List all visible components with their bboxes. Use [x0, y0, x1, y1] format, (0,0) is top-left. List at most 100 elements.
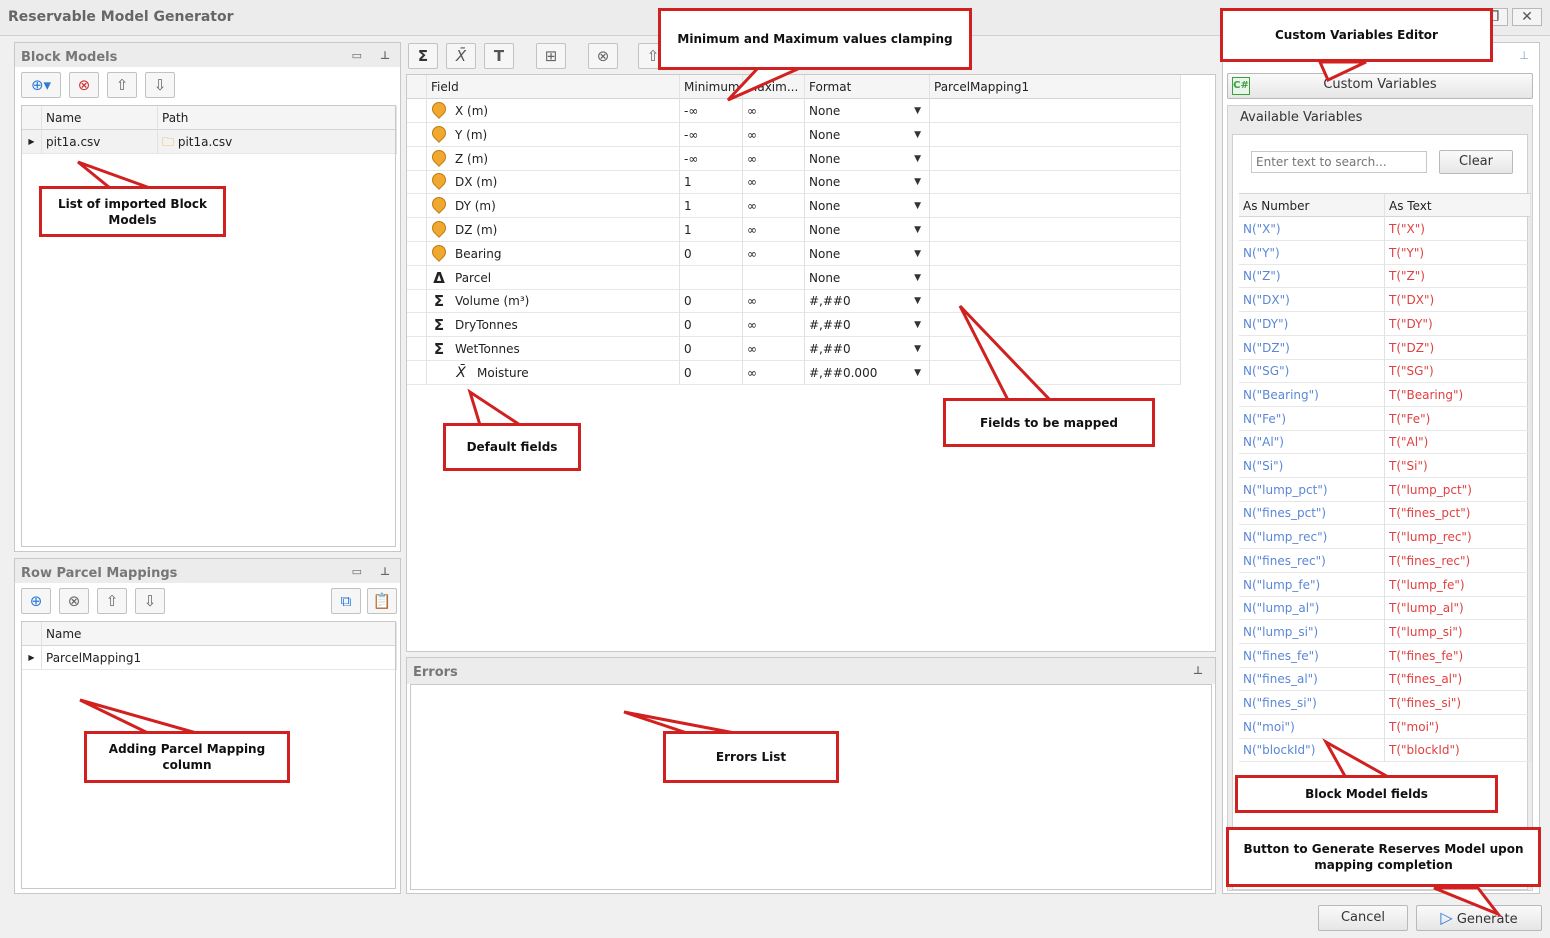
field-format[interactable]: None ▼: [805, 122, 930, 147]
field-minimum[interactable]: 1: [680, 218, 743, 242]
list-item[interactable]: N("Bearing") T("Bearing"): [1239, 382, 1531, 407]
field-parcel-mapping[interactable]: [930, 265, 1181, 290]
custom-variables-button[interactable]: C# Custom Variables: [1227, 73, 1533, 99]
variable-as-text[interactable]: T("moi"): [1385, 714, 1531, 739]
dropdown-arrow-icon[interactable]: ▼: [914, 99, 921, 123]
pin-icon[interactable]: ⊥: [380, 49, 390, 62]
variable-as-text[interactable]: T("fines_al"): [1385, 667, 1531, 692]
variable-as-text[interactable]: T("Z"): [1385, 264, 1531, 289]
pin-icon[interactable]: ⊥: [1193, 664, 1203, 677]
variable-as-number[interactable]: N("fines_pct"): [1239, 501, 1385, 526]
variable-as-text[interactable]: T("fines_si"): [1385, 691, 1531, 715]
list-item[interactable]: N("SG") T("SG"): [1239, 359, 1531, 384]
table-row[interactable]: DY (m) 1 ∞ None ▼: [407, 194, 1181, 219]
variable-as-text[interactable]: T("lump_rec"): [1385, 525, 1531, 550]
field-minimum[interactable]: 0: [680, 241, 743, 266]
variable-as-text[interactable]: T("fines_rec"): [1385, 548, 1531, 573]
field-name[interactable]: Y (m): [455, 123, 487, 147]
dropdown-arrow-icon[interactable]: ▼: [914, 170, 921, 194]
column-format[interactable]: Format: [805, 75, 930, 99]
list-item[interactable]: N("lump_si") T("lump_si"): [1239, 619, 1531, 644]
add-sum-field-button[interactable]: Σ: [408, 43, 438, 69]
pin-icon[interactable]: ⊥: [1519, 49, 1529, 62]
variable-as-text[interactable]: T("lump_si"): [1385, 619, 1531, 644]
field-maximum[interactable]: ∞: [743, 313, 805, 338]
column-maximum[interactable]: Maxim...: [743, 75, 805, 99]
table-row[interactable]: Bearing 0 ∞ None ▼: [407, 241, 1181, 266]
variable-as-number[interactable]: N("fines_fe"): [1239, 643, 1385, 668]
field-name[interactable]: DryTonnes: [455, 313, 518, 337]
field-parcel-mapping[interactable]: [930, 194, 1181, 219]
list-item[interactable]: N("X") T("X"): [1239, 217, 1531, 241]
column-name[interactable]: Name: [42, 622, 397, 646]
field-maximum[interactable]: ∞: [743, 194, 805, 219]
list-item[interactable]: N("Z") T("Z"): [1239, 264, 1531, 289]
field-maximum[interactable]: ∞: [743, 360, 805, 385]
delete-field-button[interactable]: ⊗: [588, 43, 618, 69]
table-row[interactable]: X (m) -∞ ∞ None ▼: [407, 99, 1181, 123]
field-parcel-mapping[interactable]: [930, 122, 1181, 147]
field-maximum[interactable]: ∞: [743, 289, 805, 314]
remove-parcel-mapping-button[interactable]: ⊗: [59, 588, 89, 614]
list-item[interactable]: N("Al") T("Al"): [1239, 430, 1531, 455]
generate-button[interactable]: ▷ Generate: [1416, 905, 1542, 931]
dropdown-arrow-icon[interactable]: ▼: [914, 147, 921, 171]
add-column-button[interactable]: ⊞: [536, 43, 566, 69]
list-item[interactable]: N("lump_rec") T("lump_rec"): [1239, 525, 1531, 550]
variable-as-number[interactable]: N("fines_al"): [1239, 667, 1385, 692]
column-as-text[interactable]: As Text: [1385, 194, 1531, 218]
field-name[interactable]: DX (m): [455, 170, 497, 194]
dropdown-arrow-icon[interactable]: ▼: [914, 361, 921, 385]
dropdown-arrow-icon[interactable]: ▼: [914, 313, 921, 337]
dropdown-arrow-icon[interactable]: ▼: [914, 123, 921, 147]
list-item[interactable]: N("DY") T("DY"): [1239, 311, 1531, 336]
variable-as-number[interactable]: N("Fe"): [1239, 406, 1385, 431]
variable-as-text[interactable]: T("fines_pct"): [1385, 501, 1531, 526]
column-as-number[interactable]: As Number: [1239, 194, 1385, 218]
list-item[interactable]: N("lump_fe") T("lump_fe"): [1239, 572, 1531, 597]
field-parcel-mapping[interactable]: [930, 218, 1181, 242]
field-parcel-mapping[interactable]: [930, 289, 1181, 314]
variable-as-text[interactable]: T("Y"): [1385, 240, 1531, 265]
field-minimum[interactable]: -∞: [680, 99, 743, 123]
field-minimum[interactable]: 0: [680, 337, 743, 361]
field-maximum[interactable]: ∞: [743, 122, 805, 147]
variable-as-number[interactable]: N("DY"): [1239, 311, 1385, 336]
variable-as-number[interactable]: N("Si"): [1239, 454, 1385, 478]
variable-as-text[interactable]: T("lump_al"): [1385, 596, 1531, 621]
variable-as-text[interactable]: T("Bearing"): [1385, 382, 1531, 407]
field-minimum[interactable]: 0: [680, 289, 743, 314]
table-row[interactable]: X̄ Moisture 0 ∞ #,##0.000 ▼: [407, 360, 1181, 385]
variable-as-number[interactable]: N("Al"): [1239, 430, 1385, 455]
field-maximum[interactable]: ∞: [743, 241, 805, 266]
variable-as-number[interactable]: N("X"): [1239, 217, 1385, 241]
variable-as-number[interactable]: N("DX"): [1239, 288, 1385, 313]
dropdown-arrow-icon[interactable]: ▼: [914, 337, 921, 361]
dropdown-arrow-icon[interactable]: ▼: [914, 194, 921, 218]
column-path[interactable]: Path: [158, 106, 397, 130]
table-row[interactable]: ▶ pit1a.csv 🗀 pit1a.csv: [22, 130, 397, 154]
list-item[interactable]: N("moi") T("moi"): [1239, 714, 1531, 739]
list-item[interactable]: N("lump_pct") T("lump_pct"): [1239, 477, 1531, 502]
field-name[interactable]: Z (m): [455, 147, 488, 171]
clear-button[interactable]: Clear: [1439, 150, 1513, 174]
field-maximum[interactable]: ∞: [743, 170, 805, 195]
table-row[interactable]: Z (m) -∞ ∞ None ▼: [407, 146, 1181, 171]
list-item[interactable]: N("fines_si") T("fines_si"): [1239, 691, 1531, 715]
remove-block-model-button[interactable]: ⊗: [69, 72, 99, 98]
field-format[interactable]: None ▼: [805, 241, 930, 266]
table-row[interactable]: Σ WetTonnes 0 ∞ #,##0 ▼: [407, 337, 1181, 361]
dropdown-arrow-icon[interactable]: ▼: [914, 266, 921, 290]
field-minimum[interactable]: -∞: [680, 122, 743, 147]
field-maximum[interactable]: ∞: [743, 218, 805, 242]
field-parcel-mapping[interactable]: [930, 360, 1181, 385]
maximize-icon[interactable]: ▭: [352, 49, 362, 62]
table-row[interactable]: Y (m) -∞ ∞ None ▼: [407, 122, 1181, 147]
add-block-model-button[interactable]: ⊕▾: [21, 72, 61, 98]
field-minimum[interactable]: 1: [680, 194, 743, 219]
maximize-icon[interactable]: ▭: [352, 565, 362, 578]
list-item[interactable]: N("blockId") T("blockId"): [1239, 738, 1531, 763]
move-down-button[interactable]: ⇩: [135, 588, 165, 614]
variable-as-number[interactable]: N("blockId"): [1239, 738, 1385, 763]
list-item[interactable]: N("lump_al") T("lump_al"): [1239, 596, 1531, 621]
